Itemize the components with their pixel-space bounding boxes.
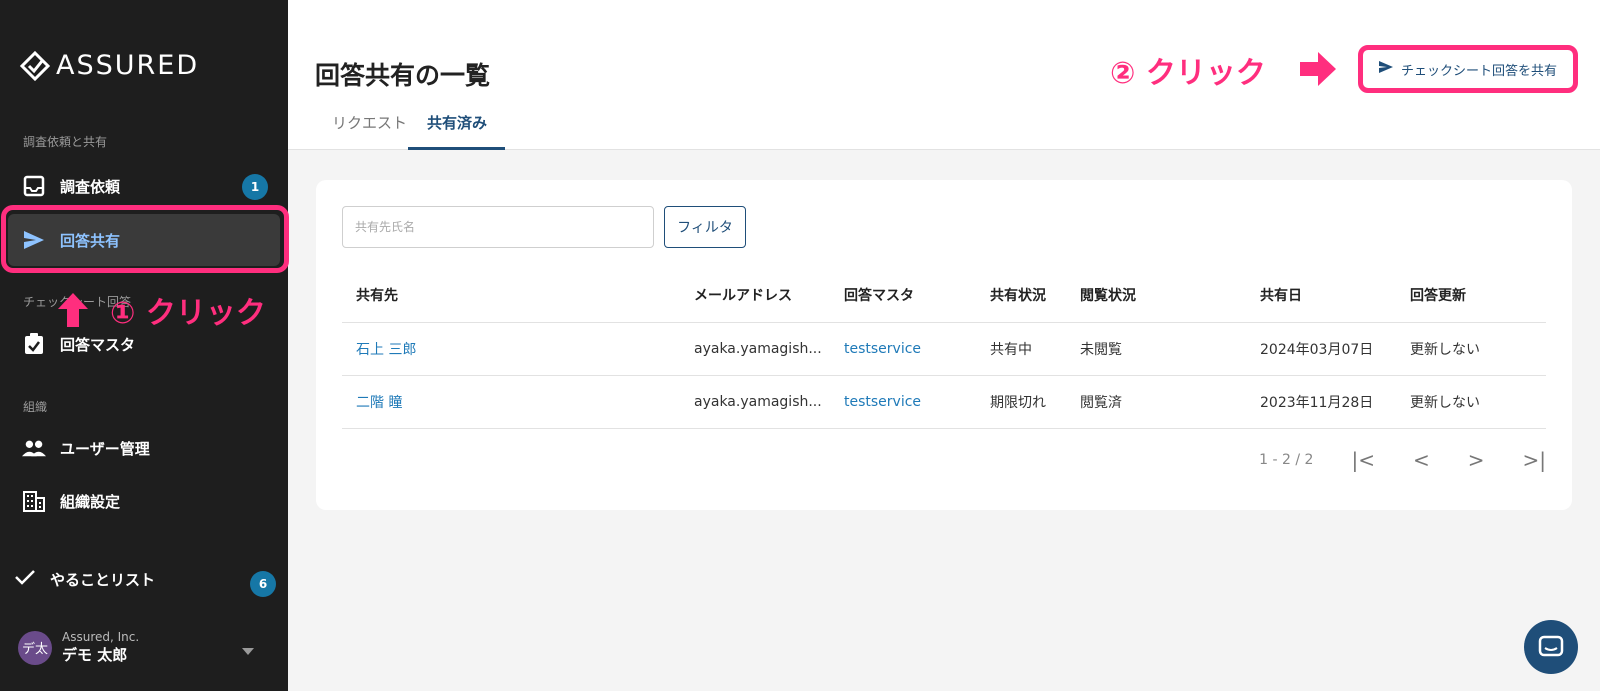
logo: ASSURED [20, 50, 199, 81]
email-cell: ayaka.yamagish... [680, 375, 830, 429]
table-row[interactable]: 石上 三郎 ayaka.yamagish... testservice 共有中 … [342, 322, 1546, 376]
section-label-org: 組織 [23, 400, 48, 414]
page-title: 回答共有の一覧 [315, 61, 491, 90]
pagination-range: 1 - 2 / 2 [1259, 452, 1314, 468]
share-status-cell: 共有中 [976, 322, 1066, 376]
table-header-row: 共有先 メールアドレス 回答マスタ 共有状況 閲覧状況 共有日 回答更新 [342, 268, 1546, 323]
tab-shared[interactable]: 共有済み [427, 112, 487, 133]
answer-master-link[interactable]: testservice [830, 322, 976, 376]
share-check-sheet-button[interactable]: チェックシート回答を共有 [1358, 45, 1578, 93]
first-page-icon[interactable]: |< [1351, 448, 1375, 472]
assured-logo-icon [20, 50, 50, 81]
last-page-icon[interactable]: >| [1523, 448, 1547, 472]
recipient-link[interactable]: 石上 三郎 [342, 322, 680, 376]
request-count-badge: 1 [242, 174, 268, 200]
users-icon [22, 436, 46, 460]
user-name: デモ 太郎 [62, 646, 128, 664]
sidebar: ASSURED 調査依頼と共有 調査依頼 1 回答共有 チェックシート回答 回答… [0, 0, 289, 691]
table-row[interactable]: 二階 瞳 ayaka.yamagish... testservice 期限切れ … [342, 375, 1546, 429]
sidebar-item-label: 回答マスタ [60, 335, 136, 354]
todo-count-badge: 6 [250, 571, 276, 597]
answer-master-link[interactable]: testservice [830, 375, 976, 429]
check-icon [14, 568, 36, 590]
section-label-request: 調査依頼と共有 [23, 135, 108, 149]
column-header[interactable]: 閲覧状況 [1066, 268, 1246, 323]
shared-list-card: フィルタ 共有先 メールアドレス 回答マスタ 共有状況 閲覧状況 共有日 回答更… [316, 180, 1572, 510]
shared-table: 共有先 メールアドレス 回答マスタ 共有状況 閲覧状況 共有日 回答更新 石上 … [342, 268, 1546, 429]
view-status-cell: 未閲覧 [1066, 322, 1246, 376]
column-header[interactable]: メールアドレス [680, 268, 830, 323]
sidebar-item-label: 調査依頼 [60, 177, 121, 196]
chat-launcher-button[interactable] [1524, 620, 1578, 674]
view-status-cell: 閲覧済 [1066, 375, 1246, 429]
pagination: 1 - 2 / 2 |< < > >| [1259, 448, 1546, 472]
recipient-link[interactable]: 二階 瞳 [342, 375, 680, 429]
sidebar-item-org-settings[interactable]: 組織設定 [8, 475, 280, 527]
column-header[interactable]: 回答マスタ [830, 268, 976, 323]
send-icon [1378, 61, 1393, 77]
chat-icon [1538, 635, 1564, 657]
answer-update-cell: 更新しない [1396, 375, 1546, 429]
user-org: Assured, Inc. [62, 630, 140, 644]
chevron-down-icon[interactable] [242, 648, 254, 655]
column-header[interactable]: 回答更新 [1396, 268, 1546, 323]
sidebar-item-user-management[interactable]: ユーザー管理 [8, 422, 280, 474]
prev-page-icon[interactable]: < [1413, 448, 1430, 472]
answer-update-cell: 更新しない [1396, 322, 1546, 376]
sidebar-item-label: 組織設定 [60, 492, 121, 511]
annotation-arrow-up-icon [58, 293, 88, 327]
share-date-cell: 2023年11月28日 [1246, 375, 1396, 429]
sidebar-item-label: ユーザー管理 [60, 439, 150, 458]
user-menu[interactable]: デ太 Assured, Inc. デモ 太郎 [18, 630, 139, 665]
annotation-step2: ② クリック [1110, 56, 1266, 91]
share-button-label: チェックシート回答を共有 [1400, 63, 1557, 79]
share-status-cell: 期限切れ [976, 375, 1066, 429]
recipient-search-input[interactable] [342, 206, 654, 248]
email-cell: ayaka.yamagish... [680, 322, 830, 376]
inbox-icon [22, 174, 46, 198]
highlight-box-step1 [1, 205, 289, 273]
annotation-arrow-right-icon [1300, 52, 1336, 86]
todo-list-link[interactable]: やることリスト [14, 568, 155, 590]
column-header[interactable]: 共有先 [342, 268, 680, 323]
filter-button[interactable]: フィルタ [664, 206, 746, 248]
avatar: デ太 [18, 630, 52, 665]
column-header[interactable]: 共有状況 [976, 268, 1066, 323]
logo-text: ASSURED [56, 50, 200, 81]
building-icon [22, 489, 46, 513]
column-header[interactable]: 共有日 [1246, 268, 1396, 323]
annotation-step1: ① クリック [110, 296, 266, 331]
clipboard-check-icon [22, 332, 46, 356]
tab-requests[interactable]: リクエスト [332, 112, 407, 133]
share-date-cell: 2024年03月07日 [1246, 322, 1396, 376]
next-page-icon[interactable]: > [1468, 448, 1485, 472]
active-tab-indicator [408, 147, 505, 150]
todo-label: やることリスト [50, 570, 156, 589]
